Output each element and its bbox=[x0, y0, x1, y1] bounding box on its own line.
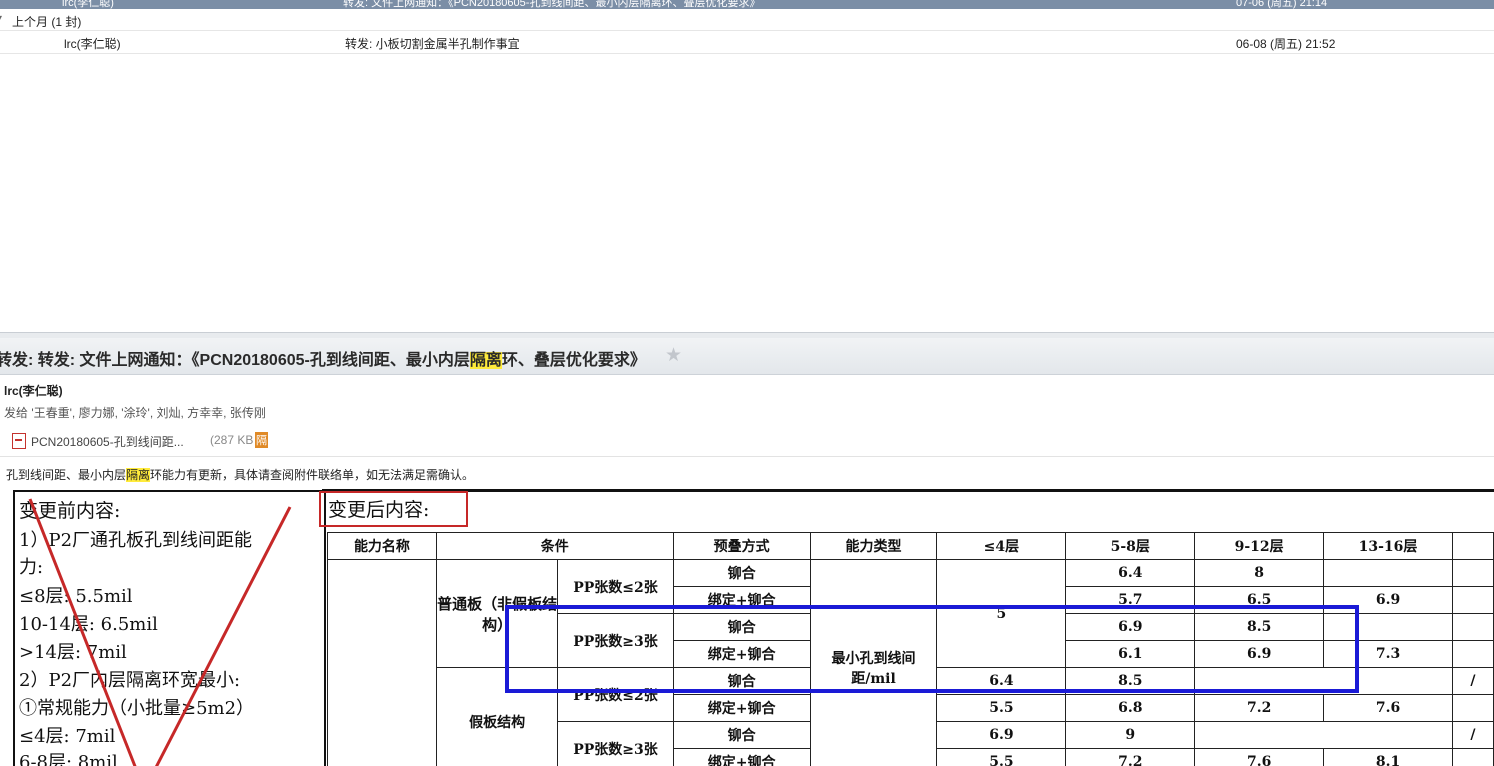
table-header: 预叠方式 bbox=[672, 532, 811, 560]
table-cell: 7.6 bbox=[1323, 694, 1453, 722]
row-subject: 转发: 文件上网通知：《PCN20180605-孔到线间距、最小内层隔离环、叠层… bbox=[343, 0, 761, 9]
star-icon[interactable]: ★ bbox=[665, 344, 682, 367]
table-cell bbox=[1194, 721, 1453, 749]
row-subject: 转发: 小板切割金属半孔制作事宜 bbox=[345, 37, 520, 51]
table-row: 能力名称 条件 预叠方式 能力类型 ≤4层 5-8层 9-12层 13-16层 bbox=[327, 532, 1494, 560]
table-cell: 5.5 bbox=[936, 748, 1067, 766]
red-cross-stroke bbox=[155, 506, 292, 766]
embedded-document: 变更前内容: 1）P2厂通孔板孔到线间距能 力: ≤8层: 5.5mil 10-… bbox=[0, 489, 1494, 766]
message-preview: 转发: 转发: 文件上网通知：《PCN20180605-孔到线间距、最小内层隔离… bbox=[0, 338, 1494, 766]
table-cell: 9 bbox=[1065, 721, 1196, 749]
table-header: 5-8层 bbox=[1065, 532, 1196, 560]
message-recipients: 发给 '王春重', 廖力娜, '涂玲', 刘灿, 方幸幸, 张传刚 bbox=[4, 406, 266, 420]
attachment-bar: PCN20180605-孔到线间距... (287 KB 隔 bbox=[0, 426, 1494, 457]
red-highlight-box bbox=[319, 491, 468, 527]
table-cell: 7.2 bbox=[1065, 748, 1196, 766]
red-cross-stroke bbox=[28, 498, 137, 766]
table-cell: 7.6 bbox=[1194, 748, 1325, 766]
table-cell bbox=[1451, 694, 1494, 722]
attachment-size: (287 KB bbox=[210, 433, 254, 447]
table-cell: 6.9 bbox=[936, 721, 1067, 749]
table-header: 9-12层 bbox=[1194, 532, 1325, 560]
attachment-tag: 隔 bbox=[255, 432, 268, 448]
table-cell: 绑定+铆合 bbox=[672, 694, 811, 722]
table-cell bbox=[327, 559, 437, 766]
table-cell: / bbox=[1451, 667, 1494, 695]
table-cell: 8 bbox=[1194, 559, 1325, 587]
collapse-triangle-icon[interactable]: ▾ bbox=[0, 13, 2, 24]
subject-bar: 转发: 转发: 文件上网通知：《PCN20180605-孔到线间距、最小内层隔离… bbox=[0, 338, 1494, 375]
group-header-last-month[interactable]: ▾ 上个月 (1 封) bbox=[0, 10, 1494, 31]
blue-highlight-box bbox=[505, 605, 1359, 693]
table-cell: / bbox=[1451, 721, 1494, 749]
mail-row-selected[interactable]: lrc(李仁聪) 转发: 文件上网通知：《PCN20180605-孔到线间距、最… bbox=[0, 0, 1494, 9]
table-cell: 8.1 bbox=[1323, 748, 1453, 766]
red-cross-mark bbox=[28, 498, 292, 766]
table-cell bbox=[1451, 559, 1494, 587]
mail-list: lrc(李仁聪) 转发: 文件上网通知：《PCN20180605-孔到线间距、最… bbox=[0, 0, 1494, 332]
table-cell bbox=[1451, 586, 1494, 614]
table-cell: 铆合 bbox=[672, 559, 811, 587]
table-header: 能力名称 bbox=[327, 532, 437, 560]
row-sender: lrc(李仁聪) bbox=[64, 37, 121, 51]
table-header: 能力类型 bbox=[809, 532, 938, 560]
row-date: 06-08 (周五) 21:52 bbox=[1236, 37, 1336, 51]
table-cell bbox=[1451, 613, 1494, 641]
table-header bbox=[1451, 532, 1494, 560]
table-row: 普通板（非假板结构） PP张数≤2张 铆合 最小孔到线间距/mil 5 6.4 … bbox=[327, 559, 1494, 766]
table-cell: 6.4 bbox=[1065, 559, 1196, 587]
pdf-icon bbox=[12, 433, 26, 449]
table-header: 条件 bbox=[435, 532, 674, 560]
mail-row[interactable]: lrc(李仁聪) 转发: 小板切割金属半孔制作事宜 06-08 (周五) 21:… bbox=[0, 31, 1494, 54]
table-cell bbox=[1451, 748, 1494, 766]
table-cell: 6.8 bbox=[1065, 694, 1196, 722]
table-cell: 7.2 bbox=[1194, 694, 1325, 722]
table-cell: 铆合 bbox=[672, 721, 811, 749]
table-cell: 绑定+铆合 bbox=[672, 748, 811, 766]
attachment-link[interactable]: PCN20180605-孔到线间距... bbox=[31, 433, 184, 450]
message-subject: 转发: 转发: 文件上网通知：《PCN20180605-孔到线间距、最小内层隔离… bbox=[0, 352, 646, 369]
table-cell bbox=[1451, 640, 1494, 668]
message-sender[interactable]: lrc(李仁聪) bbox=[4, 382, 63, 399]
table-header: ≤4层 bbox=[936, 532, 1067, 560]
message-body-text: 孔到线间距、最小内层隔离环能力有更新，具体请查阅附件联络单，如无法满足需确认。 bbox=[6, 468, 475, 482]
table-cell bbox=[1323, 559, 1453, 587]
row-date: 07-06 (周五) 21:14 bbox=[1236, 0, 1328, 9]
row-sender: lrc(李仁聪) bbox=[62, 0, 114, 9]
group-label: 上个月 (1 封) bbox=[12, 15, 82, 29]
table-header: 13-16层 bbox=[1323, 532, 1453, 560]
table-cell: 5.5 bbox=[936, 694, 1067, 722]
pp-cell: PP张数≥3张 bbox=[557, 721, 674, 766]
